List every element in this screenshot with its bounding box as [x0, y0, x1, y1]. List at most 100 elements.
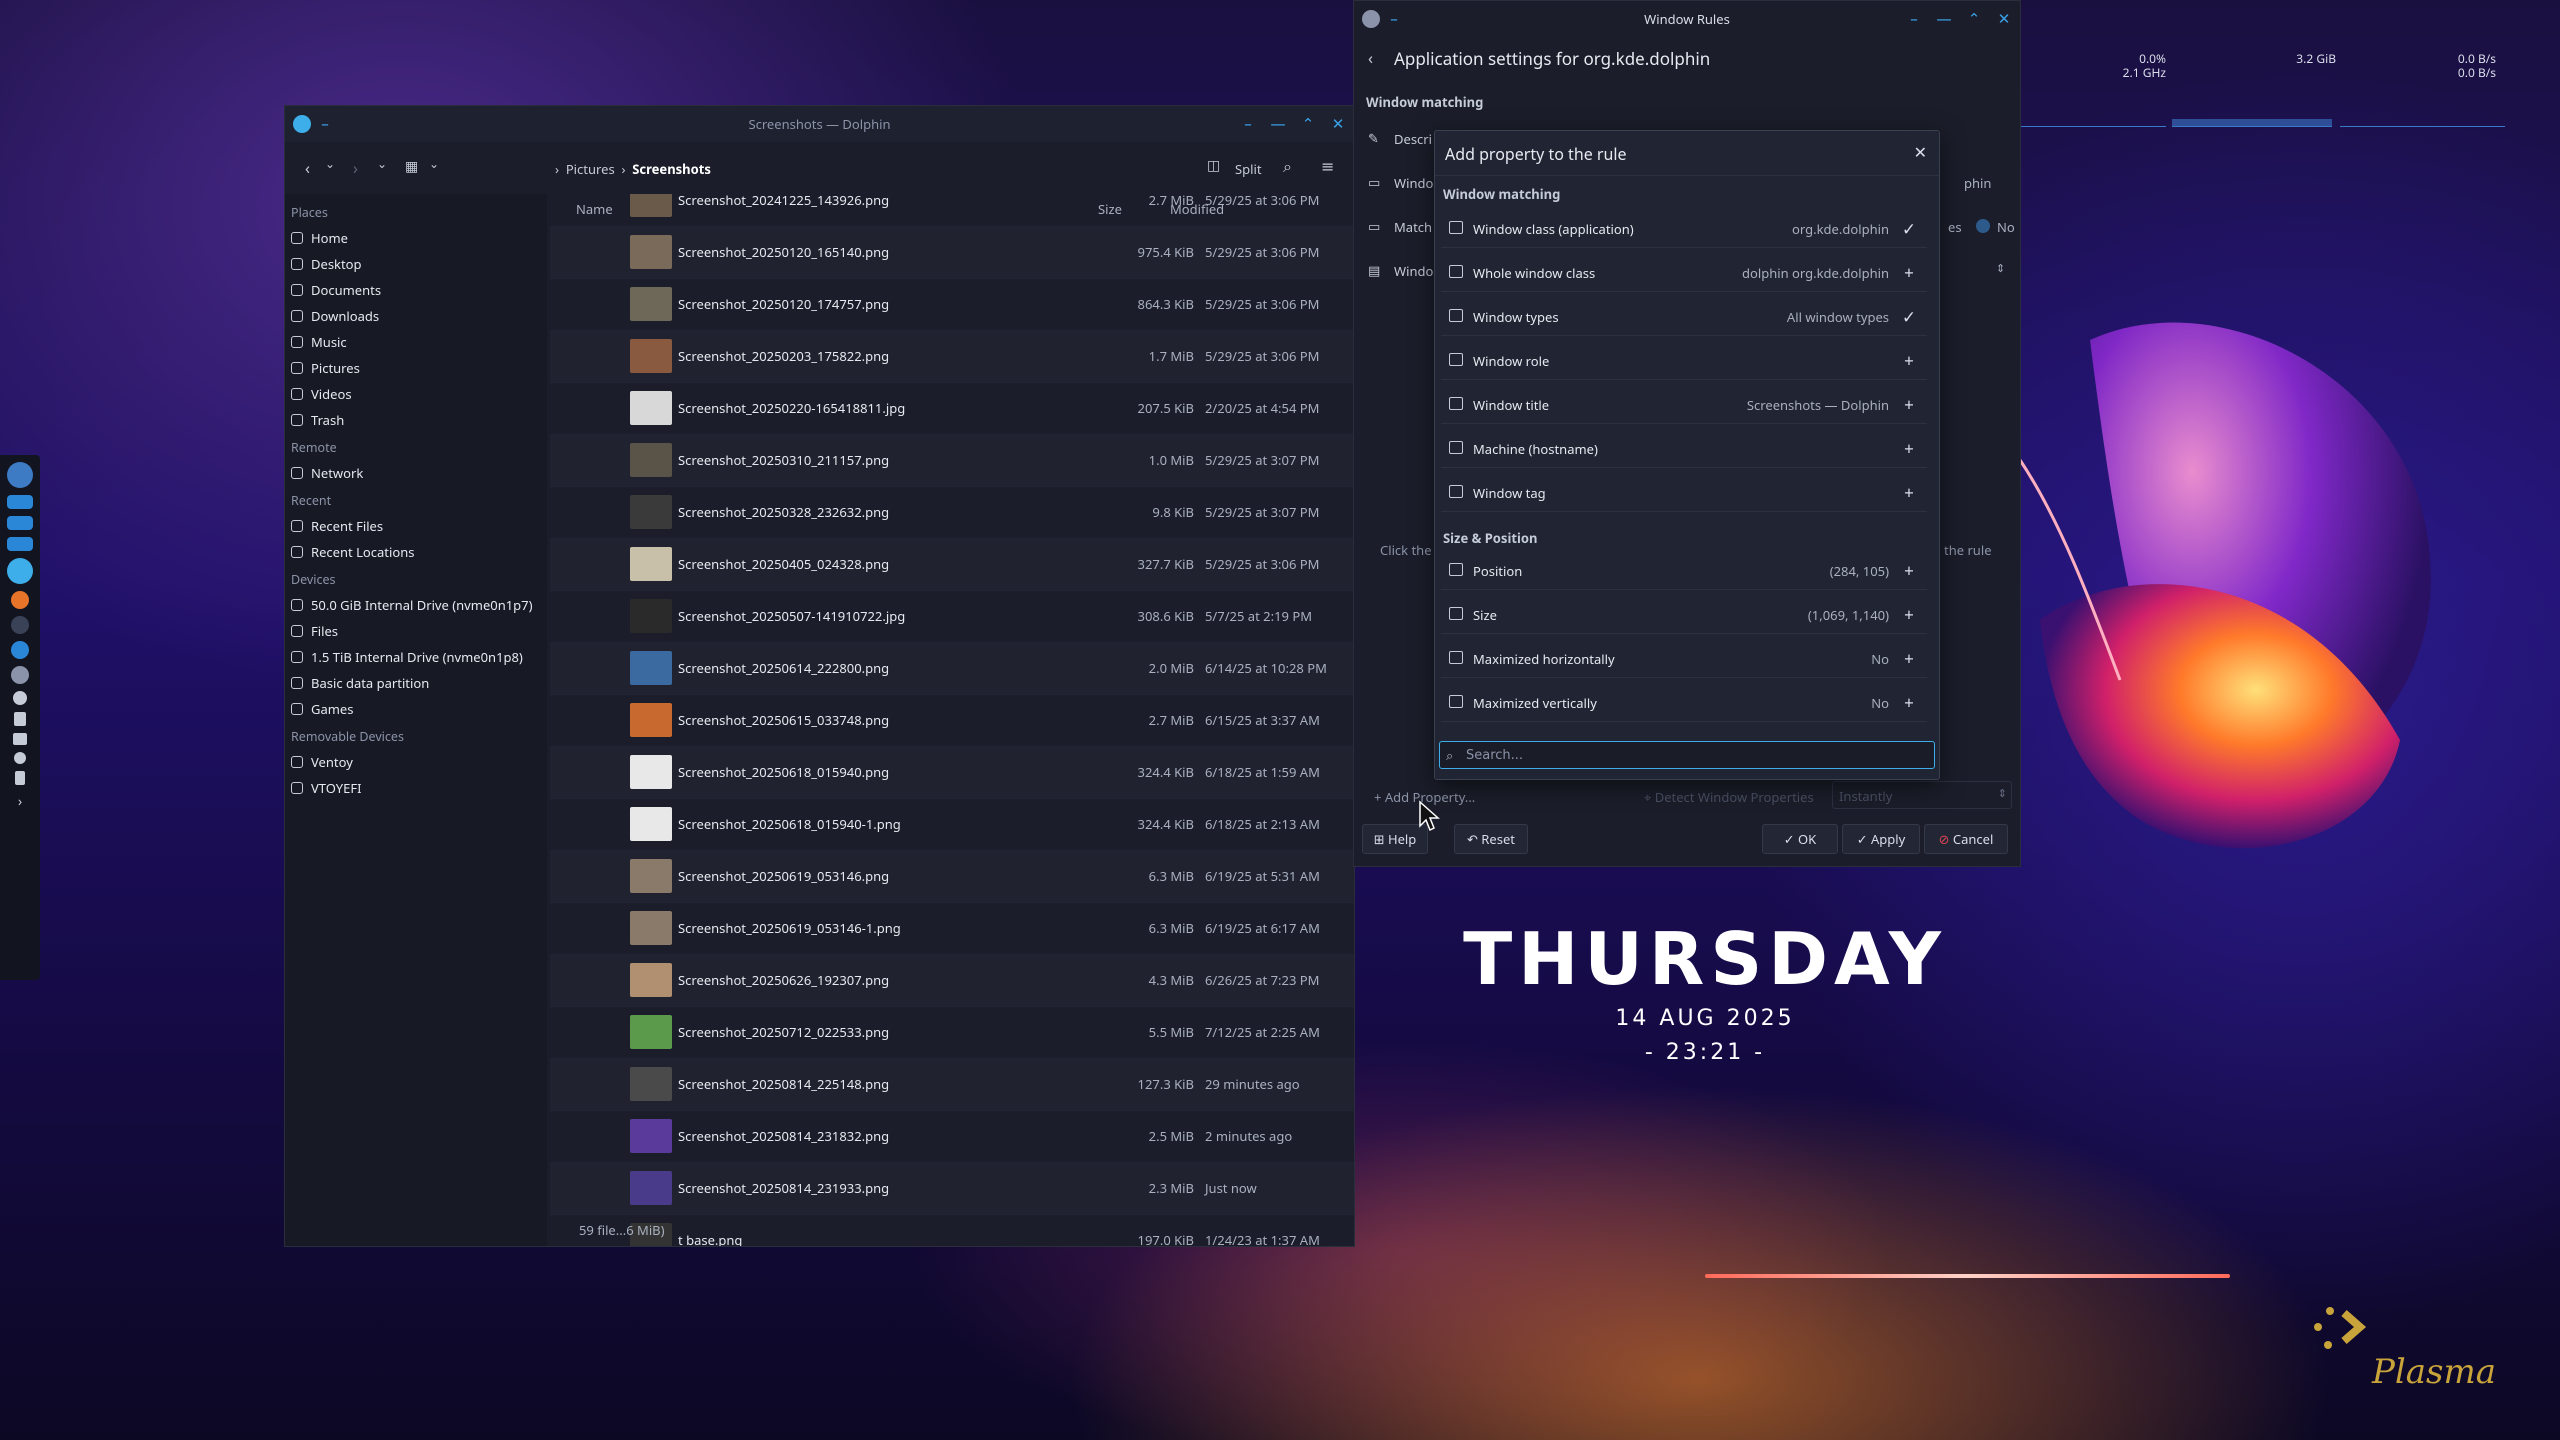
- file-row[interactable]: Screenshot_20250203_175822.png 1.7 MiB 5/2…: [550, 330, 1354, 383]
- dock-app-icon[interactable]: [7, 537, 33, 551]
- places-item[interactable]: Videos: [285, 381, 547, 407]
- breadcrumb-screenshots[interactable]: Screenshots: [632, 160, 711, 178]
- places-item[interactable]: Files: [285, 618, 547, 644]
- file-row[interactable]: Screenshot_20250328_232632.png 9.8 KiB 5/2…: [550, 486, 1354, 539]
- places-item[interactable]: Recent Locations: [285, 539, 547, 565]
- property-row[interactable]: Window title Screenshots — Dolphin +: [1441, 385, 1927, 424]
- file-row[interactable]: Screenshot_20250405_024328.png 327.7 KiB 5…: [550, 538, 1354, 591]
- property-search-input[interactable]: [1464, 745, 1928, 765]
- app-launcher-icon[interactable]: [7, 462, 33, 488]
- property-row[interactable]: Machine (hostname) +: [1441, 429, 1927, 468]
- view-mode-chevron-icon[interactable]: ⌄: [429, 155, 439, 172]
- spinner-icon[interactable]: ⇕: [1996, 261, 2005, 276]
- expand-tray-icon[interactable]: ›: [7, 792, 33, 818]
- file-row[interactable]: Screenshot_20250626_192307.png 4.3 MiB 6/2…: [550, 954, 1354, 1007]
- apply-button[interactable]: ✓ Apply: [1842, 824, 1920, 854]
- add-icon[interactable]: +: [1899, 437, 1919, 460]
- file-row[interactable]: Screenshot_20250618_015940.png 324.4 KiB 6…: [550, 746, 1354, 799]
- places-item[interactable]: Recent Files: [285, 513, 547, 539]
- detect-window-properties-button[interactable]: ⌖ Detect Window Properties: [1644, 788, 1814, 806]
- places-item[interactable]: Downloads: [285, 303, 547, 329]
- file-row[interactable]: Screenshot_20250310_211157.png 1.0 MiB 5/2…: [550, 434, 1354, 487]
- view-mode-icon[interactable]: ▦: [405, 157, 418, 176]
- places-item[interactable]: Documents: [285, 277, 547, 303]
- places-item[interactable]: Music: [285, 329, 547, 355]
- places-item[interactable]: Ventoy: [285, 749, 547, 775]
- property-row[interactable]: Window tag +: [1441, 473, 1927, 512]
- property-row[interactable]: Window class (application) org.kde.dolphi…: [1441, 209, 1927, 248]
- file-row[interactable]: Screenshot_20250614_222800.png 2.0 MiB 6/1…: [550, 642, 1354, 695]
- close-button[interactable]: ✕: [1328, 114, 1348, 134]
- restore-button[interactable]: ―: [1268, 114, 1288, 134]
- places-item[interactable]: Games: [285, 696, 547, 722]
- property-row[interactable]: Maximized horizontally No +: [1441, 639, 1927, 678]
- maximize-button[interactable]: ⌃: [1964, 9, 1984, 29]
- file-row[interactable]: Screenshot_20250814_231933.png 2.3 MiB Jus…: [550, 1162, 1354, 1215]
- places-item[interactable]: Basic data partition: [285, 670, 547, 696]
- clipboard-tray-icon[interactable]: [14, 712, 26, 726]
- back-icon[interactable]: ‹: [305, 157, 310, 179]
- hamburger-menu-icon[interactable]: ≡: [1321, 155, 1334, 177]
- dock-app-icon[interactable]: [7, 516, 33, 530]
- add-icon[interactable]: +: [1899, 261, 1919, 284]
- file-row[interactable]: Screenshot_20250220-165418811.jpg 207.5 K…: [550, 382, 1354, 435]
- back-icon[interactable]: ‹: [1368, 47, 1373, 69]
- minimize-button[interactable]: –: [1238, 114, 1258, 134]
- check-icon[interactable]: ✓: [1899, 217, 1919, 240]
- dolphin-titlebar[interactable]: – Screenshots — Dolphin – ― ⌃ ✕: [285, 106, 1354, 142]
- places-item[interactable]: VTOYEFI: [285, 775, 547, 801]
- split-icon[interactable]: ◫: [1207, 156, 1220, 175]
- firefox-task-icon[interactable]: [11, 591, 29, 609]
- brightness-tray-icon[interactable]: [14, 752, 26, 764]
- rules-titlebar[interactable]: – Window Rules – ― ⌃ ✕: [1354, 1, 2020, 37]
- file-row[interactable]: Screenshot_20250120_165140.png 975.4 KiB 5…: [550, 226, 1354, 279]
- property-search-box[interactable]: ⌕: [1439, 741, 1935, 769]
- property-row[interactable]: Maximized vertically No +: [1441, 683, 1927, 722]
- close-button[interactable]: ✕: [1994, 9, 2014, 29]
- reset-button[interactable]: ↶ Reset: [1454, 824, 1528, 854]
- forward-history-chevron-icon[interactable]: ⌄: [377, 155, 387, 172]
- places-item[interactable]: Trash: [285, 407, 547, 433]
- add-icon[interactable]: +: [1899, 481, 1919, 504]
- back-history-chevron-icon[interactable]: ⌄: [325, 155, 335, 172]
- file-row[interactable]: Screenshot_20250619_053146.png 6.3 MiB 6/1…: [550, 850, 1354, 903]
- task-icon[interactable]: [11, 641, 29, 659]
- property-row[interactable]: Position (284, 105) +: [1441, 551, 1927, 590]
- dock-app-icon[interactable]: [7, 495, 33, 509]
- places-item[interactable]: Desktop: [285, 251, 547, 277]
- add-icon[interactable]: +: [1899, 647, 1919, 670]
- maximize-button[interactable]: ⌃: [1298, 114, 1318, 134]
- add-icon[interactable]: +: [1899, 393, 1919, 416]
- file-row[interactable]: Screenshot_20250615_033748.png 2.7 MiB 6/1…: [550, 694, 1354, 747]
- add-icon[interactable]: +: [1899, 691, 1919, 714]
- check-icon[interactable]: ✓: [1899, 305, 1919, 328]
- file-row[interactable]: Screenshot_20250507-141910722.jpg 308.6 K…: [550, 590, 1354, 643]
- volume-tray-icon[interactable]: [13, 733, 27, 745]
- cancel-button[interactable]: ⊘ Cancel: [1924, 824, 2008, 854]
- window-rules-task-icon[interactable]: [11, 666, 29, 684]
- detect-delay-spinbox[interactable]: Instantly ⇕: [1832, 781, 2012, 809]
- forward-icon[interactable]: ›: [353, 157, 358, 179]
- file-row[interactable]: t base.png 197.0 KiB 1/24/23 at 1:37 AM: [550, 1214, 1354, 1246]
- places-item[interactable]: 1.5 TiB Internal Drive (nvme0n1p8): [285, 644, 547, 670]
- file-row[interactable]: Screenshot_20250619_053146-1.png 6.3 MiB 6…: [550, 902, 1354, 955]
- file-row[interactable]: Screenshot_20250618_015940-1.png 324.4 Ki…: [550, 798, 1354, 851]
- add-icon[interactable]: +: [1899, 603, 1919, 626]
- dolphin-task-icon[interactable]: [7, 558, 33, 584]
- task-icon[interactable]: [11, 616, 29, 634]
- minimize-button[interactable]: –: [1904, 9, 1924, 29]
- close-icon[interactable]: ✕: [1914, 141, 1927, 163]
- places-item[interactable]: Home: [285, 225, 547, 251]
- restore-button[interactable]: ―: [1934, 9, 1954, 29]
- file-row[interactable]: Screenshot_20250814_231832.png 2.5 MiB 2 m…: [550, 1110, 1354, 1163]
- places-item[interactable]: 50.0 GiB Internal Drive (nvme0n1p7): [285, 592, 547, 618]
- add-icon[interactable]: +: [1899, 559, 1919, 582]
- file-row[interactable]: Screenshot_20250120_174757.png 864.3 KiB 5…: [550, 278, 1354, 331]
- file-row[interactable]: Screenshot_20250712_022533.png 5.5 MiB 7/1…: [550, 1006, 1354, 1059]
- places-item[interactable]: Network: [285, 460, 547, 486]
- spinner-icon[interactable]: ⇕: [1998, 786, 2007, 801]
- search-icon[interactable]: ⌕: [1283, 155, 1292, 177]
- split-button[interactable]: Split: [1235, 160, 1262, 178]
- property-row[interactable]: Size (1,069, 1,140) +: [1441, 595, 1927, 634]
- steam-tray-icon[interactable]: [13, 691, 27, 705]
